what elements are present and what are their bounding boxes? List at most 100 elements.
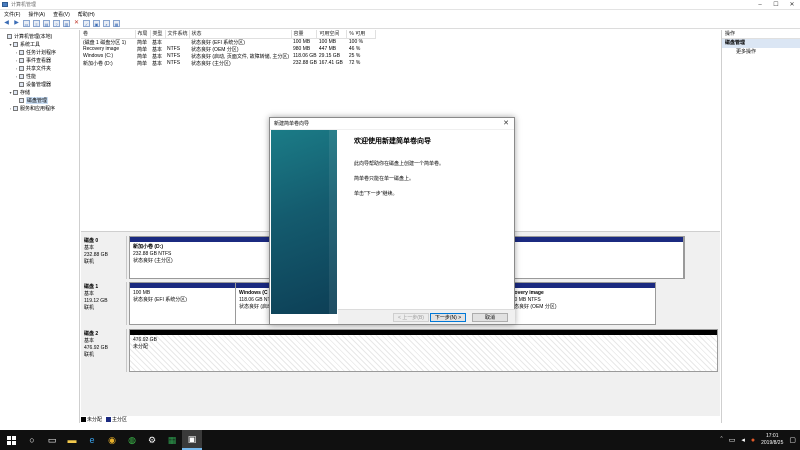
partition[interactable]: 100 MB 状态良好 (EFI 系统分区) — [130, 283, 236, 324]
close-icon[interactable]: ✕ — [73, 20, 80, 27]
tree-node[interactable]: 计算机管理(本地) — [0, 32, 79, 40]
menu-view[interactable]: 查看(V) — [49, 11, 74, 18]
table-row[interactable]: Windows (C:) 简单 基本 NTFS 状态良好 (启动, 页面文件, 故障转储… — [81, 53, 376, 60]
next-button[interactable]: 下一步(N) > — [430, 313, 466, 322]
menu-help[interactable]: 帮助(H) — [74, 11, 99, 18]
folder-icon[interactable]: ▭ — [23, 20, 30, 27]
column-header[interactable]: 可用空间 — [316, 30, 348, 39]
tree-node-icon — [19, 49, 24, 55]
forward-arrow-icon[interactable]: ▶ — [13, 20, 20, 27]
check-icon[interactable]: ✓ — [83, 20, 90, 27]
table-cell: 100 MB — [318, 39, 337, 45]
tree-node-label: 存储 — [20, 89, 31, 96]
tree-node[interactable]: › 任务计划程序 — [0, 48, 79, 56]
table-cell: 基本 — [152, 39, 163, 46]
file-explorer-icon[interactable]: ▬ — [62, 430, 82, 450]
column-header[interactable]: 卷 — [81, 30, 136, 39]
notification-icon[interactable]: ● — [751, 437, 755, 444]
partition-name: ecovery image — [509, 290, 544, 296]
wizard-banner-image — [271, 130, 337, 314]
clock[interactable]: 17:01 2019/8/25 — [761, 433, 783, 447]
maximize-button[interactable]: ☐ — [768, 0, 784, 10]
back-arrow-icon[interactable]: ◀ — [3, 20, 10, 27]
action-center-icon[interactable]: ▢ — [789, 436, 796, 444]
search-icon[interactable]: ○ — [22, 430, 42, 450]
minimize-button[interactable]: – — [752, 0, 768, 10]
tree-node-label: 事件查看器 — [26, 57, 52, 64]
table-cell: Recovery image — [83, 46, 120, 52]
disk-size: 232.88 GB — [84, 252, 108, 258]
disk-label[interactable]: 磁盘 0 基本 232.88 GB 联机 — [81, 236, 127, 279]
column-header[interactable]: 类型 — [150, 30, 166, 39]
table-cell: 简单 — [137, 46, 148, 53]
partition-size: 476.92 GB — [133, 337, 157, 343]
column-header[interactable]: % 可用 — [346, 30, 377, 39]
back-button[interactable]: < 上一步(B) — [393, 313, 429, 322]
table-cell: 980 MB — [293, 46, 311, 52]
column-header[interactable]: 容量 — [291, 30, 318, 39]
menu-file[interactable]: 文件(F) — [0, 11, 24, 18]
wizard-close-icon[interactable]: ✕ — [501, 118, 511, 130]
column-header[interactable]: 文件系统 — [165, 30, 190, 39]
view-icon[interactable]: ▦ — [113, 20, 120, 27]
disk-label[interactable]: 磁盘 2 基本 476.92 GB 联机 — [81, 329, 127, 372]
cancel-button[interactable]: 取消 — [472, 313, 508, 322]
tree-node[interactable]: 磁盘管理 — [0, 96, 79, 104]
table-cell: 状态良好 (OEM 分区) — [191, 46, 239, 53]
tree-node-label: 磁盘管理 — [26, 96, 49, 104]
open-icon[interactable]: ▣ — [93, 20, 100, 27]
wechat-icon[interactable]: ◍ — [122, 430, 142, 450]
task-view-icon[interactable]: ▭ — [42, 430, 62, 450]
tree-node-label: 任务计划程序 — [26, 49, 57, 56]
tree-node[interactable]: › 共享文件夹 — [0, 64, 79, 72]
disk-type: 基本 — [84, 245, 95, 251]
tree-node[interactable]: › 事件查看器 — [0, 56, 79, 64]
volume-icon[interactable]: ◂ — [741, 436, 745, 444]
tree-node[interactable]: ▾ 系统工具 — [0, 40, 79, 48]
table-row[interactable]: Recovery image 简单 基本 NTFS 状态良好 (OEM 分区) 980 M… — [81, 46, 376, 53]
tree-node[interactable]: 设备管理器 — [0, 80, 79, 88]
menu-action[interactable]: 操作(A) — [24, 11, 49, 18]
tree-node-icon — [13, 105, 18, 111]
table-cell: Windows (C:) — [83, 53, 114, 59]
actions-section-disk-management[interactable]: 磁盘管理 — [722, 39, 800, 48]
network-icon[interactable]: ▭ — [729, 436, 736, 444]
windows-logo-icon — [6, 435, 16, 445]
table-row[interactable]: 新加小卷 (D:) 简单 基本 NTFS 状态良好 (主分区) 232.88 GB 167.… — [81, 60, 376, 67]
partition[interactable]: ecovery image 980 MB NTFS 状态良好 (OEM 分区) — [508, 283, 655, 324]
help-icon[interactable]: ? — [53, 20, 60, 27]
chevron-up-icon[interactable]: ˆ — [720, 437, 722, 444]
tree-node[interactable]: › 服务和应用程序 — [0, 104, 79, 112]
table-cell: 100 % — [348, 39, 364, 45]
partition-unallocated[interactable]: 476.92 GB 未分配 — [130, 330, 717, 371]
properties-icon[interactable]: ▤ — [43, 20, 50, 27]
tree-node-label: 共享文件夹 — [26, 65, 52, 72]
table-cell: 25 % — [348, 53, 361, 59]
column-header[interactable]: 状态 — [189, 30, 292, 39]
chrome-icon[interactable]: ◉ — [102, 430, 122, 450]
actions-pane: 操作 磁盘管理 更多操作 — [721, 30, 800, 423]
disk-status: 联机 — [84, 352, 95, 358]
start-button[interactable] — [0, 430, 22, 450]
column-header[interactable]: 布局 — [135, 30, 151, 39]
close-button[interactable]: ✕ — [784, 0, 800, 10]
settings-gear-icon[interactable]: ⚙ — [142, 430, 162, 450]
tree-node[interactable]: › 性能 — [0, 72, 79, 80]
disk-status: 联机 — [84, 305, 95, 311]
menu-bar: 文件(F) 操作(A) 查看(V) 帮助(H) — [0, 10, 800, 19]
search-icon[interactable]: ⌕ — [103, 20, 110, 27]
disk-label[interactable]: 磁盘 1 基本 119.12 GB 联机 — [81, 282, 127, 325]
tree-node-label: 性能 — [26, 73, 37, 80]
tree-node[interactable]: ▾ 存储 — [0, 88, 79, 96]
table-row[interactable]: (磁盘 1 磁盘分区 1) 简单 基本 状态良好 (EFI 系统分区) 100 MB 10… — [81, 38, 376, 46]
table-cell: NTFS — [167, 53, 181, 59]
computer-management-taskbar-icon[interactable]: ▣ — [182, 430, 202, 450]
list-icon[interactable]: ≡ — [33, 20, 40, 27]
spreadsheet-icon[interactable]: ▦ — [162, 430, 182, 450]
tree-node-icon — [19, 57, 24, 63]
more-actions-item[interactable]: 更多操作 — [722, 48, 800, 57]
edge-browser-icon[interactable]: e — [82, 430, 102, 450]
disk-size: 476.92 GB — [84, 345, 108, 351]
actions-header: 操作 — [722, 30, 800, 39]
console-icon[interactable]: ▥ — [63, 20, 70, 27]
